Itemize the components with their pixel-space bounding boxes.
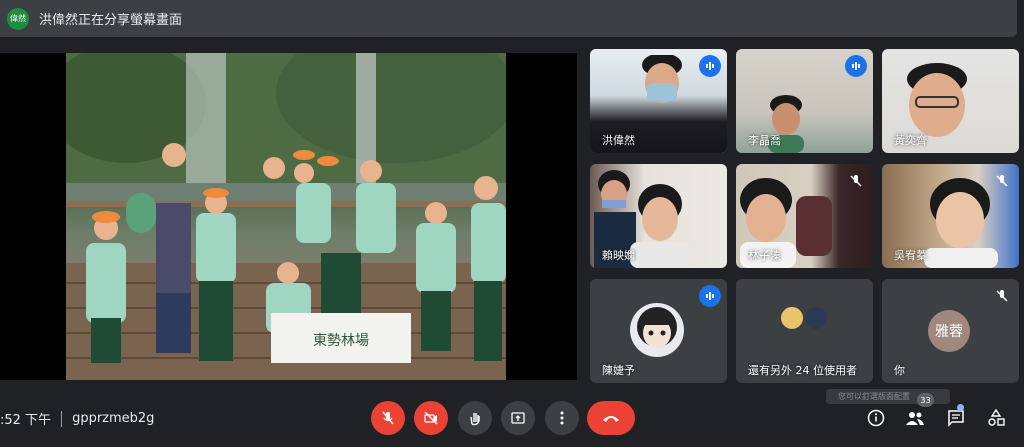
self-avatar: 雅蓉: [928, 310, 970, 352]
chat-notification-dot: [957, 404, 964, 411]
activities-button[interactable]: [984, 406, 1008, 430]
participant-tile-3[interactable]: 黃奕齊: [882, 49, 1019, 153]
mic-off-icon: [382, 411, 394, 425]
mic-toggle-button[interactable]: [371, 401, 405, 435]
presenter-avatar: 偉然: [7, 7, 29, 30]
meeting-code[interactable]: gpprzmeb2g: [72, 411, 154, 426]
meeting-info-button[interactable]: [864, 406, 888, 430]
presenting-banner: 偉然 洪偉然正在分享螢幕畫面: [0, 0, 1017, 37]
participant-avatar: [630, 303, 684, 357]
chat-icon: [948, 410, 964, 427]
participant-tile-7[interactable]: 陳婕予: [590, 279, 727, 383]
other-participants-avatars: [779, 305, 829, 331]
participants-button[interactable]: [903, 406, 927, 430]
participant-figure: [642, 55, 682, 103]
shared-photo: 東勢林場: [66, 53, 506, 380]
people-icon: [906, 412, 924, 425]
raise-hand-button[interactable]: [458, 401, 492, 435]
participant-name: 李晶喬: [748, 134, 781, 147]
participant-tile-others[interactable]: 還有另外 24 位使用者: [736, 279, 873, 383]
present-screen-icon: [511, 412, 525, 424]
participant-tile-1[interactable]: 洪偉然: [590, 49, 727, 153]
more-vert-icon: [560, 411, 564, 425]
participant-tile-2[interactable]: 李晶喬: [736, 49, 873, 153]
participant-name: 賴映嫻: [602, 249, 635, 262]
mini-avatar: [803, 305, 829, 331]
mic-active-icon: [699, 285, 721, 307]
participant-name: 林子溱: [748, 249, 781, 262]
chat-button[interactable]: [944, 406, 968, 430]
camera-toggle-button[interactable]: [414, 401, 448, 435]
meeting-details: :52 下午 gpprzmeb2g: [0, 409, 154, 428]
meeting-time: :52 下午: [0, 413, 52, 428]
participant-tile-6[interactable]: 吳宥蓁: [882, 164, 1019, 268]
leave-call-button[interactable]: [587, 401, 635, 435]
divider: [61, 410, 63, 427]
mic-muted-icon: [993, 172, 1011, 190]
participant-name: 吳宥蓁: [894, 249, 927, 262]
info-icon: [867, 409, 885, 427]
participant-name: 你: [894, 364, 905, 377]
participant-name: 還有另外 24 位使用者: [748, 364, 857, 377]
participant-tile-4[interactable]: 賴映嫻: [590, 164, 727, 268]
call-end-icon: [603, 416, 619, 422]
sign-text: 東勢林場: [313, 333, 369, 349]
mini-avatar: [779, 305, 805, 331]
participant-figure: [924, 178, 998, 268]
more-options-button[interactable]: [545, 401, 579, 435]
mic-active-icon: [845, 55, 867, 77]
mic-muted-icon: [993, 287, 1011, 305]
camera-off-icon: [424, 411, 438, 425]
mic-active-icon: [699, 55, 721, 77]
raise-hand-icon: [470, 413, 480, 426]
participant-name: 洪偉然: [602, 134, 635, 147]
participants-count-badge: 33: [917, 393, 934, 407]
mic-muted-icon: [847, 172, 865, 190]
shared-screen: 東勢林場: [0, 53, 577, 380]
participant-tile-5[interactable]: 林子溱: [736, 164, 873, 268]
participant-tile-self[interactable]: 雅蓉 你: [882, 279, 1019, 383]
activities-icon: [988, 409, 1005, 426]
participant-name: 黃奕齊: [894, 134, 927, 147]
present-now-button[interactable]: [501, 401, 535, 435]
participant-name: 陳婕予: [602, 364, 635, 377]
presenting-text: 洪偉然正在分享螢幕畫面: [39, 13, 183, 28]
